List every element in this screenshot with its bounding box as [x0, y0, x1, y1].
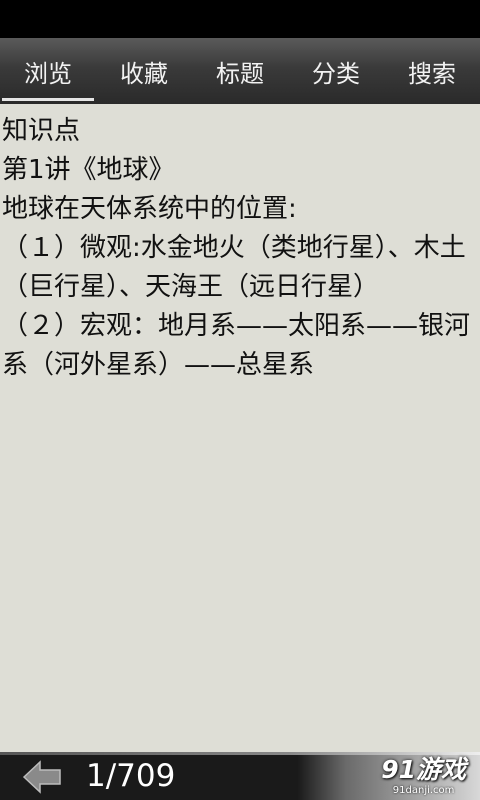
- tab-favorites[interactable]: 收藏: [96, 38, 192, 104]
- lesson-title: 第1讲《地球》: [2, 155, 175, 185]
- logo-text: 91游戏: [381, 755, 466, 784]
- tab-browse[interactable]: 浏览: [0, 38, 96, 104]
- content-line: （１）微观:水金地火（类地行星）、木土（巨行星）、天海王（远日行星）: [2, 233, 466, 302]
- page-counter: 1/709: [86, 758, 176, 794]
- content-line: （２）宏观：地月系——太阳系——银河系（河外星系）——总星系: [2, 311, 471, 380]
- content-heading: 知识点: [2, 116, 81, 146]
- status-bar: [0, 0, 480, 38]
- content-line: 地球在天体系统中的位置:: [2, 194, 297, 224]
- tab-bar: 浏览 收藏 标题 分类 搜索: [0, 38, 480, 104]
- logo-url: 91danji.com: [392, 785, 455, 796]
- watermark-logo: 91游戏 91danji.com: [381, 755, 466, 797]
- tab-search[interactable]: 搜索: [384, 38, 480, 104]
- tab-titles[interactable]: 标题: [192, 38, 288, 104]
- tab-categories[interactable]: 分类: [288, 38, 384, 104]
- bottom-bar: 1/709 91游戏 91danji.com: [0, 752, 480, 800]
- content-area: 知识点 第1讲《地球》 地球在天体系统中的位置: （１）微观:水金地火（类地行星…: [2, 112, 478, 385]
- back-arrow-icon[interactable]: [22, 760, 62, 794]
